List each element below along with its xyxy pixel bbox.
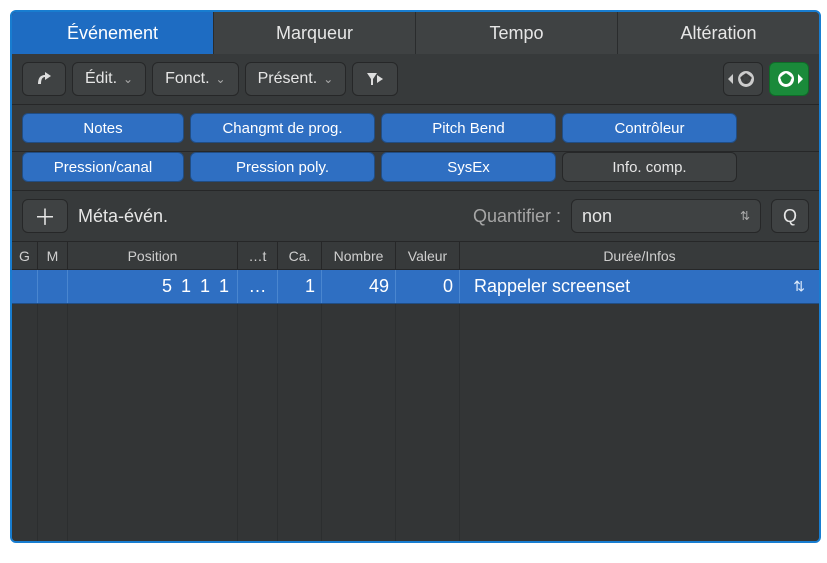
cell-g [12,270,38,303]
tab-tempo[interactable]: Tempo [416,12,618,54]
tab-alteration[interactable]: Altération [618,12,819,54]
column-status[interactable]: …t [238,242,278,269]
cell-number[interactable]: 49 [322,270,396,303]
chevron-down-icon: ⌄ [323,72,333,86]
functions-menu-label: Fonct. [165,70,209,88]
updown-icon: ⇅ [793,278,805,295]
updown-icon: ⇅ [740,209,750,223]
chevron-down-icon: ⌄ [216,72,226,86]
quantize-value: non [582,206,612,227]
functions-menu[interactable]: Fonct. ⌄ [152,62,239,96]
cell-info-label: Rappeler screenset [474,276,630,297]
column-length-info[interactable]: Durée/Infos [460,242,819,269]
view-menu[interactable]: Présent. ⌄ [245,62,347,96]
cell-info[interactable]: Rappeler screenset ⇅ [460,270,819,303]
tab-marqueur[interactable]: Marqueur [214,12,416,54]
filter-program-change[interactable]: Changmt de prog. [190,113,375,143]
catch-button[interactable] [22,62,66,96]
quantize-button[interactable]: Q [771,199,809,233]
edit-menu[interactable]: Édit. ⌄ [72,62,146,96]
column-channel[interactable]: Ca. [278,242,322,269]
edit-menu-label: Édit. [85,70,117,88]
plus-icon: ＋ [34,200,56,232]
quantize-label: Quantifier : [473,206,561,227]
filter-button[interactable] [352,62,398,96]
palette-arrow-icon [774,68,804,90]
palette-arrow-icon [728,68,758,90]
column-number[interactable]: Nombre [322,242,396,269]
quantize-select[interactable]: non ⇅ [571,199,761,233]
add-event-type-label: Méta-évén. [78,206,168,227]
palette-right-button[interactable] [769,62,809,96]
cell-position[interactable]: 5 1 1 1 [68,270,238,303]
filter-sysex[interactable]: SysEx [381,152,556,182]
tab-evenement[interactable]: Événement [12,12,214,54]
filter-poly-pressure[interactable]: Pression poly. [190,152,375,182]
filter-controller[interactable]: Contrôleur [562,113,737,143]
cell-channel[interactable]: 1 [278,270,322,303]
add-event-button[interactable]: ＋ [22,199,68,233]
filter-pitch-bend[interactable]: Pitch Bend [381,113,556,143]
catch-arrow-icon [35,70,53,88]
cell-status[interactable]: … [238,270,278,303]
funnel-arrow-icon [365,70,385,88]
cell-value[interactable]: 0 [396,270,460,303]
filter-notes[interactable]: Notes [22,113,184,143]
view-menu-label: Présent. [258,70,318,88]
column-g: G [12,242,38,269]
palette-left-button[interactable] [723,62,763,96]
column-position[interactable]: Position [68,242,238,269]
column-value[interactable]: Valeur [396,242,460,269]
column-m: M [38,242,68,269]
event-row[interactable]: 5 1 1 1 … 1 49 0 Rappeler screenset ⇅ [12,270,819,304]
chevron-down-icon: ⌄ [123,72,133,86]
cell-m [38,270,68,303]
filter-channel-pressure[interactable]: Pression/canal [22,152,184,182]
filter-additional-info[interactable]: Info. comp. [562,152,737,182]
